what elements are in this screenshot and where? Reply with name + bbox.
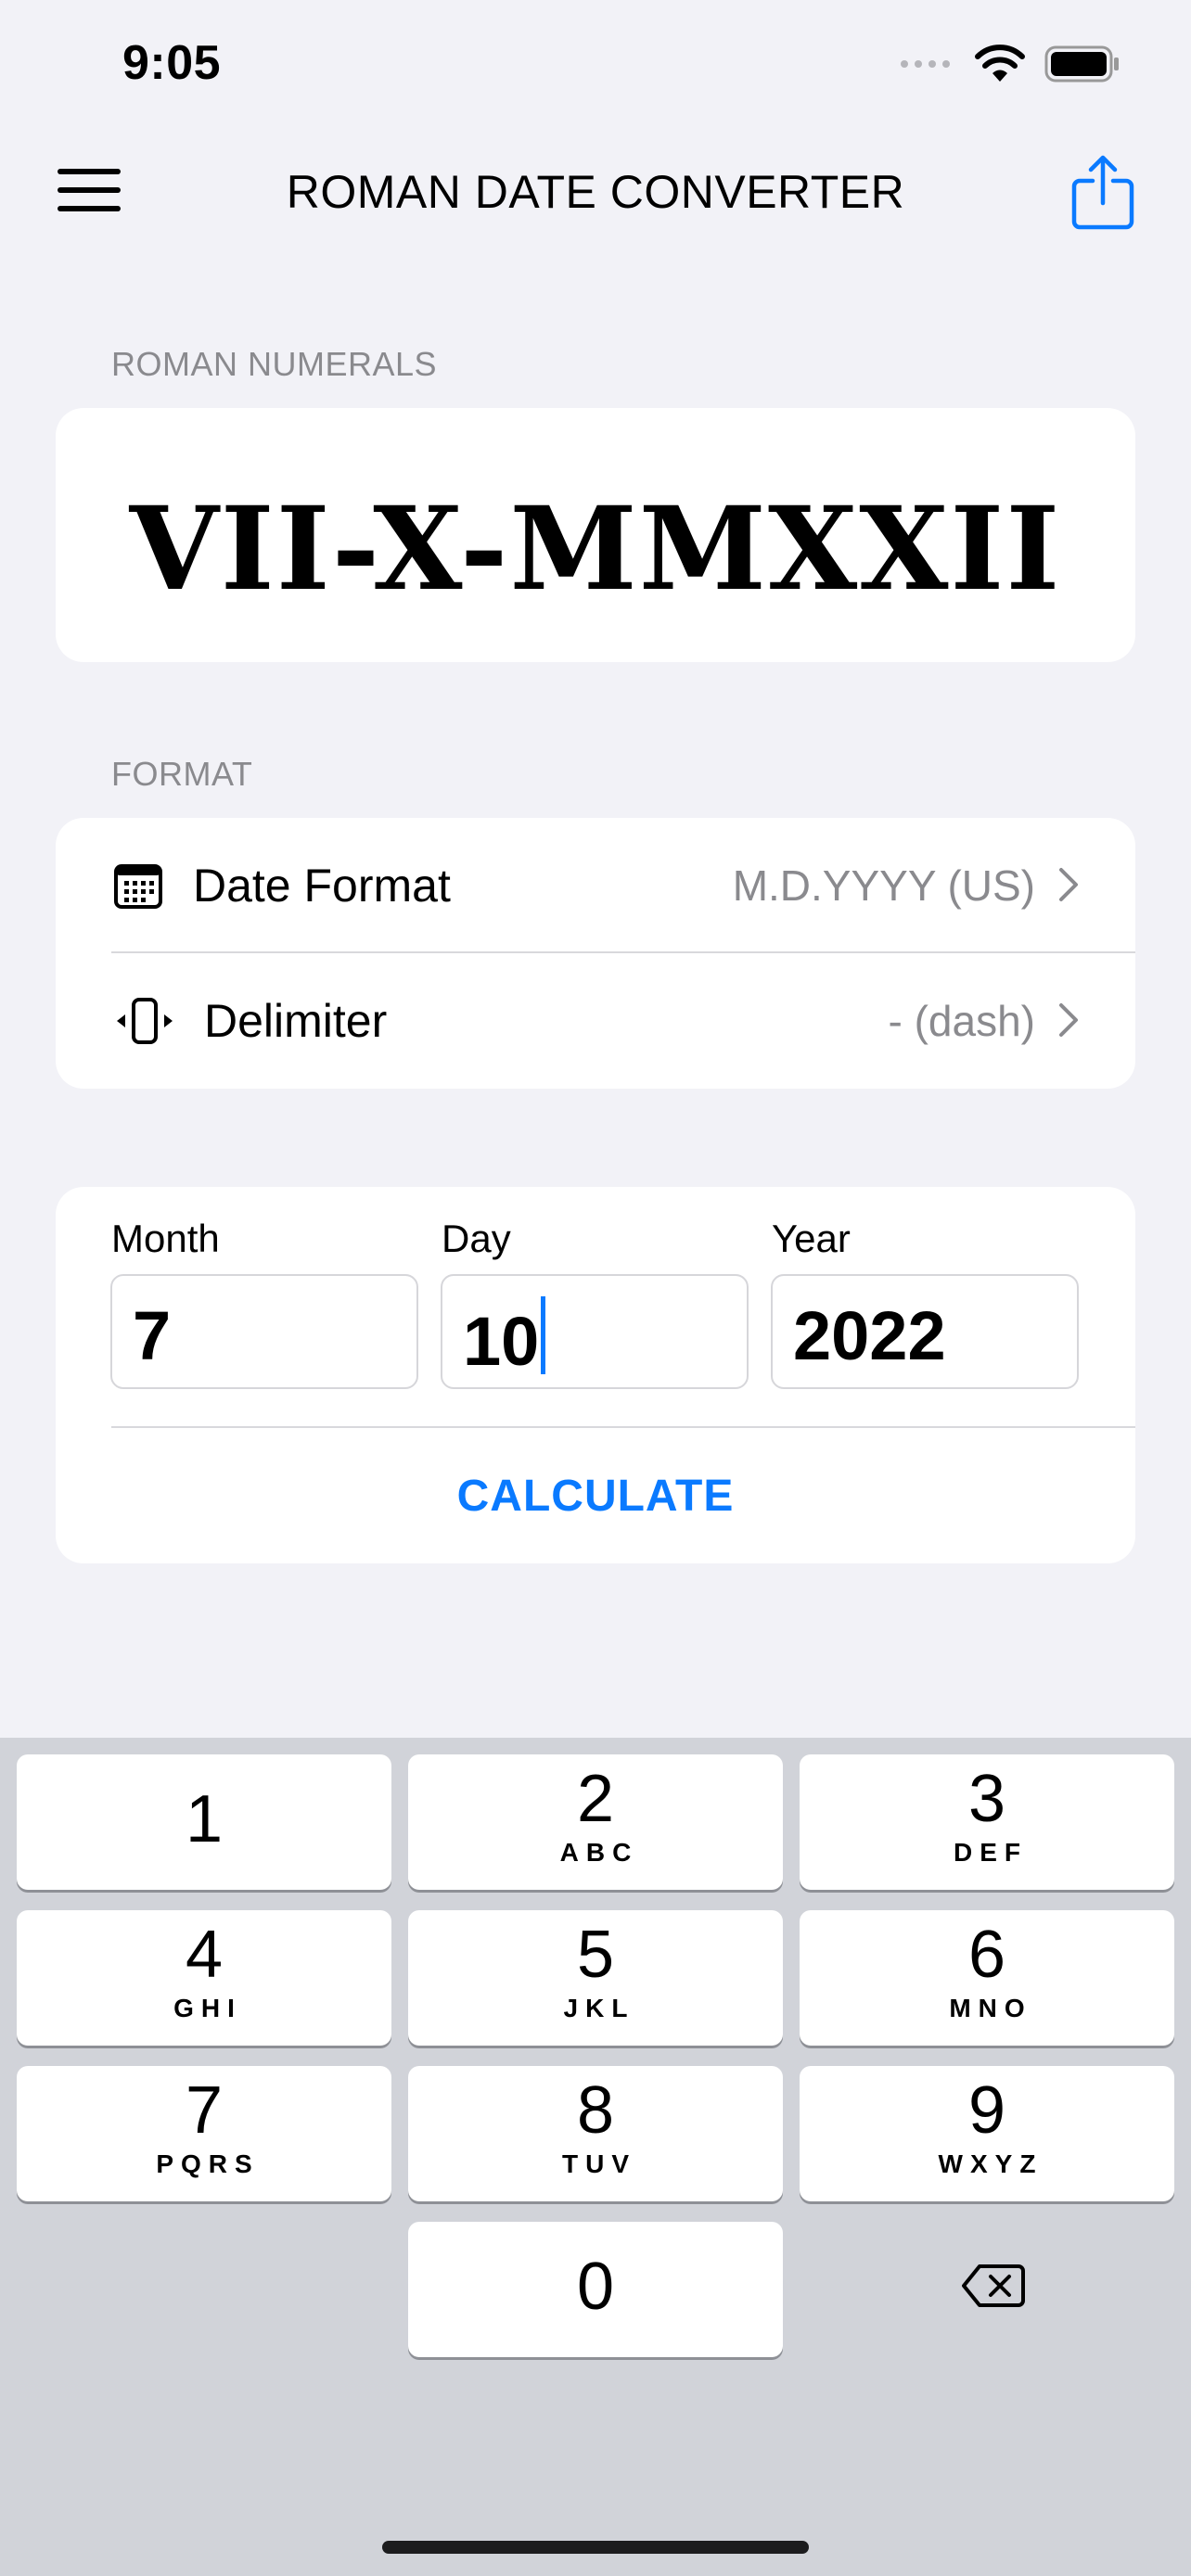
calculate-button[interactable]: CALCULATE <box>56 1471 1135 1522</box>
delimiter-label: Delimiter <box>204 995 388 1047</box>
date-format-value: M.D.YYYY (US) <box>732 861 1035 910</box>
year-value: 2022 <box>793 1297 946 1374</box>
key-5[interactable]: 5 JKL <box>408 1910 783 2046</box>
date-input-card: Month 7 Day 10 Year 2022 CALCULATE <box>56 1187 1135 1563</box>
delimiter-value: - (dash) <box>888 997 1035 1045</box>
card-divider <box>111 1426 1135 1428</box>
home-indicator[interactable] <box>382 2541 809 2554</box>
year-field[interactable]: 2022 <box>771 1274 1079 1389</box>
page-title: ROMAN DATE CONVERTER <box>286 166 905 218</box>
key-0[interactable]: 0 <box>408 2222 783 2357</box>
key-6[interactable]: 6 MNO <box>800 1910 1174 2046</box>
calendar-icon <box>114 864 162 909</box>
month-value: 7 <box>133 1297 172 1374</box>
format-card: Date Format M.D.YYYY (US) Delimiter - (d… <box>56 818 1135 1089</box>
status-icons <box>900 45 1121 83</box>
key-3[interactable]: 3 DEF <box>800 1754 1174 1890</box>
key-7[interactable]: 7 PQRS <box>17 2066 391 2201</box>
roman-result-card: VII-X-MMXXII <box>56 408 1135 662</box>
key-1[interactable]: 1 <box>17 1754 391 1890</box>
delimiter-row[interactable]: Delimiter - (dash) <box>56 953 1135 1089</box>
key-4[interactable]: 4 GHI <box>17 1910 391 2046</box>
day-label: Day <box>442 1217 511 1260</box>
delimiter-icon <box>117 998 173 1044</box>
day-field[interactable]: 10 <box>441 1274 749 1389</box>
roman-numerals-section-label: ROMAN NUMERALS <box>111 345 438 383</box>
format-section-label: FORMAT <box>111 755 253 793</box>
key-2[interactable]: 2 ABC <box>408 1754 783 1890</box>
day-value: 10 <box>463 1303 540 1380</box>
chevron-right-icon <box>1059 1003 1078 1037</box>
wifi-icon <box>975 45 1025 82</box>
battery-icon <box>1044 45 1119 83</box>
text-cursor <box>541 1296 546 1374</box>
date-format-row[interactable]: Date Format M.D.YYYY (US) <box>56 818 1135 953</box>
roman-result: VII-X-MMXXII <box>129 482 1062 617</box>
month-field[interactable]: 7 <box>110 1274 418 1389</box>
share-icon[interactable] <box>1070 153 1135 231</box>
chevron-right-icon <box>1059 868 1078 901</box>
key-8[interactable]: 8 TUV <box>408 2066 783 2201</box>
key-9[interactable]: 9 WXYZ <box>800 2066 1174 2201</box>
date-format-label: Date Format <box>193 860 451 912</box>
year-label: Year <box>772 1217 851 1260</box>
month-label: Month <box>111 1217 220 1260</box>
backspace-icon[interactable] <box>961 2263 1026 2309</box>
status-time: 9:05 <box>122 36 222 90</box>
signal-icon <box>901 60 950 68</box>
